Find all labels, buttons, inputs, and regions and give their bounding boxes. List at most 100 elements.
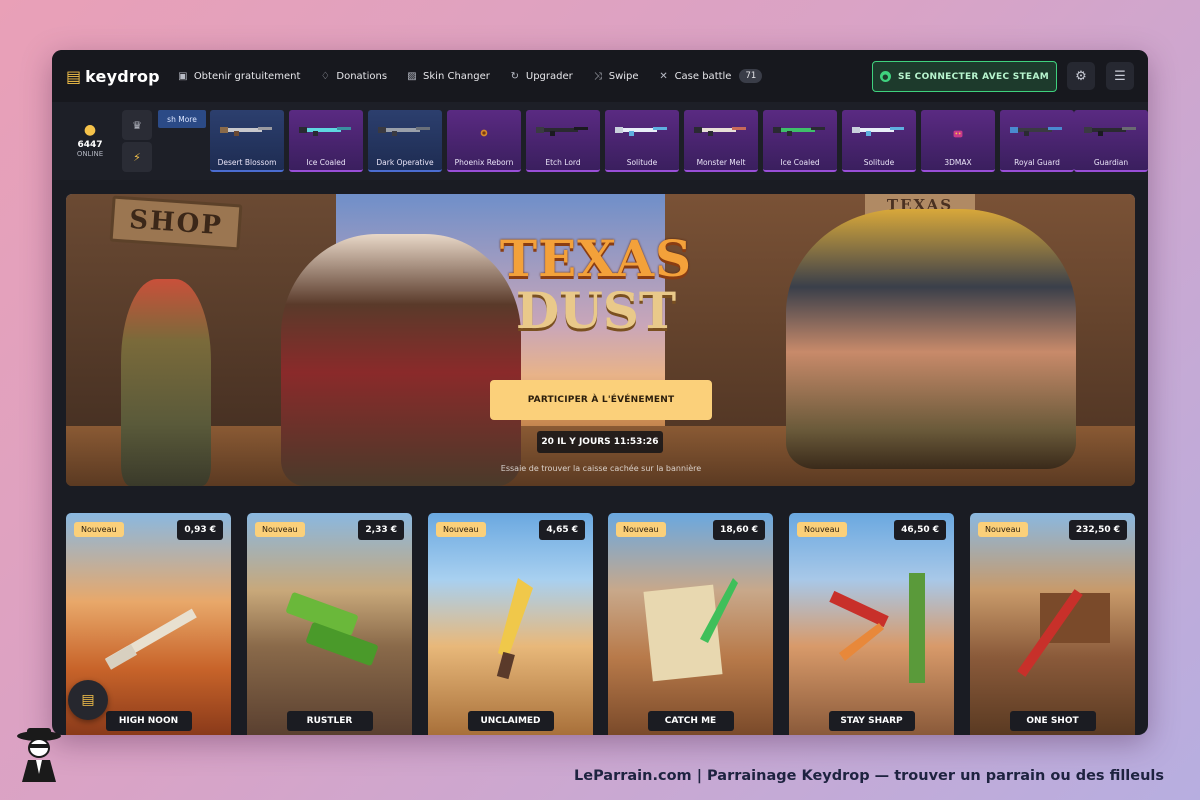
users-icon: ● xyxy=(83,122,97,138)
event-timer: 20 IL Y JOURS 11:53:26 xyxy=(537,431,663,453)
gift-icon: ▣ xyxy=(178,70,188,82)
case-name: ONE SHOT xyxy=(1009,711,1096,731)
drop-item[interactable]: Guardian xyxy=(1074,110,1148,172)
gear-icon: ⚙ xyxy=(1075,68,1087,84)
drop-item[interactable]: 3DMAX xyxy=(921,110,995,172)
live-drops-bar: ● 6447 ONLINE ♛ ⚡ sh More Desert Blossom… xyxy=(52,102,1148,180)
keydrop-logo[interactable]: ▤ keydrop xyxy=(66,67,160,86)
drop-item-name: Solitude xyxy=(626,158,658,167)
chat-button[interactable]: ▤ xyxy=(68,680,108,720)
swords-icon: ✕ xyxy=(659,70,668,82)
case-price: 4,65 € xyxy=(539,520,585,540)
case-card[interactable]: Nouveau 2,33 € RUSTLER xyxy=(247,513,412,735)
online-label: ONLINE xyxy=(76,150,104,158)
case-price: 46,50 € xyxy=(894,520,946,540)
app-window: ▤ keydrop ▣ Obtenir gratuitement ♢ Donat… xyxy=(52,50,1148,735)
steam-login-button[interactable]: ● SE CONNECTER AVEC STEAM xyxy=(872,61,1057,92)
new-tag: Nouveau xyxy=(436,522,486,537)
footer-caption: LeParrain.com | Parrainage Keydrop — tro… xyxy=(574,768,1165,784)
steam-login-label: SE CONNECTER AVEC STEAM xyxy=(898,71,1049,82)
case-name: STAY SHARP xyxy=(828,711,915,731)
drop-item-name: Dark Operative xyxy=(376,158,434,167)
rifle-icon xyxy=(852,127,904,136)
nav-swipe-label: Swipe xyxy=(608,70,639,82)
butterfly-knife-icon xyxy=(829,573,925,683)
case-card[interactable]: Nouveau 4,65 € UNCLAIMED xyxy=(428,513,593,735)
nav-case-battle[interactable]: ✕ Case battle 71 xyxy=(659,69,763,83)
swipe-icon: ⤨ xyxy=(593,70,602,82)
crown-icon: ♛ xyxy=(132,118,142,132)
case-card[interactable]: Nouveau 46,50 € STAY SHARP xyxy=(789,513,954,735)
rifle-icon xyxy=(1084,127,1136,136)
new-tag: Nouveau xyxy=(978,522,1028,537)
new-tag: Nouveau xyxy=(74,522,124,537)
rifle-icon xyxy=(105,608,197,670)
case-card[interactable]: Nouveau 18,60 € CATCH ME xyxy=(608,513,773,735)
event-title-line2: DUST xyxy=(515,281,677,340)
drop-item-name: Desert Blossom xyxy=(217,158,277,167)
drop-item-name: Guardian xyxy=(1093,158,1129,167)
donation-icon: ♢ xyxy=(320,70,330,82)
nav-donations[interactable]: ♢ Donations xyxy=(320,71,387,82)
rifle-icon xyxy=(299,127,351,136)
case-card[interactable]: Nouveau 232,50 € ONE SHOT xyxy=(970,513,1135,735)
nav-free-label: Obtenir gratuitement xyxy=(193,70,301,82)
mascot-logo-icon xyxy=(17,728,61,782)
drop-item[interactable]: Ice Coaled xyxy=(763,110,837,172)
case-name: UNCLAIMED xyxy=(467,711,554,731)
drop-item[interactable]: Solitude xyxy=(842,110,916,172)
steam-icon: ● xyxy=(880,71,891,82)
drop-item[interactable]: Royal Guard xyxy=(1000,110,1074,172)
case-price: 0,93 € xyxy=(177,520,223,540)
drop-item-name: Monster Melt xyxy=(696,158,746,167)
skin-changer-icon: ▨ xyxy=(407,70,417,82)
join-event-button[interactable]: PARTICIPER À L'ÉVÉNEMENT xyxy=(490,380,712,420)
masked-bandit-character xyxy=(786,209,1076,469)
rifle-icon xyxy=(220,127,272,136)
new-tag: Nouveau xyxy=(616,522,666,537)
drop-item-name: Ice Coaled xyxy=(780,158,820,167)
drop-item-name: Solitude xyxy=(863,158,895,167)
nav-case-battle-label: Case battle xyxy=(674,70,732,82)
nav-free[interactable]: ▣ Obtenir gratuitement xyxy=(178,70,301,82)
nav-upgrader-label: Upgrader xyxy=(525,70,573,82)
drop-item[interactable]: Dark Operative xyxy=(368,110,442,172)
hamburger-menu-icon: ☰ xyxy=(1114,68,1126,84)
drop-item[interactable]: Ice Coaled xyxy=(289,110,363,172)
nav-swipe[interactable]: ⤨ Swipe xyxy=(593,71,639,82)
nav-skin-changer[interactable]: ▨ Skin Changer xyxy=(407,71,490,82)
rifle-icon xyxy=(1010,127,1062,136)
case-battle-count-badge: 71 xyxy=(739,69,763,83)
nav-upgrader[interactable]: ↻ Upgrader xyxy=(510,71,573,82)
drop-item[interactable]: Etch Lord xyxy=(526,110,600,172)
shop-sign: SHOP xyxy=(109,195,243,251)
settings-button[interactable]: ⚙ xyxy=(1067,62,1095,90)
rifle-icon xyxy=(536,127,588,136)
drop-item-name: Ice Coaled xyxy=(306,158,346,167)
more-tab[interactable]: sh More xyxy=(158,110,206,128)
mask-sticker-icon xyxy=(953,130,963,138)
rifle-icon xyxy=(615,127,667,136)
top-drops-filter-button[interactable]: ♛ xyxy=(122,110,152,140)
nav-skin-changer-label: Skin Changer xyxy=(423,70,490,82)
event-title-line1: TEXAS xyxy=(499,229,693,288)
drop-item[interactable]: Monster Melt xyxy=(684,110,758,172)
drop-item[interactable]: Phoenix Reborn xyxy=(447,110,521,172)
online-count: 6447 xyxy=(77,140,103,150)
new-tag: Nouveau xyxy=(255,522,305,537)
event-title: TEXAS DUST xyxy=(471,234,721,336)
case-name: CATCH ME xyxy=(647,711,734,731)
drop-item[interactable]: Solitude xyxy=(605,110,679,172)
case-price: 18,60 € xyxy=(713,520,765,540)
drop-item-name: 3DMAX xyxy=(944,158,972,167)
event-banner[interactable]: SHOP TEXAS TEXAS DUST PARTICIPER À L'ÉVÉ… xyxy=(66,194,1135,486)
menu-button[interactable]: ☰ xyxy=(1106,62,1134,90)
case-price: 232,50 € xyxy=(1068,520,1127,540)
live-drops-filter-button[interactable]: ⚡ xyxy=(122,142,152,172)
lightning-icon: ⚡ xyxy=(133,150,141,164)
drop-item[interactable]: Desert Blossom xyxy=(210,110,284,172)
drop-item-name: Royal Guard xyxy=(1014,158,1060,167)
wanted-poster-icon xyxy=(643,578,738,682)
knife-icon xyxy=(496,578,533,680)
online-counter: ● 6447 ONLINE xyxy=(66,122,114,158)
